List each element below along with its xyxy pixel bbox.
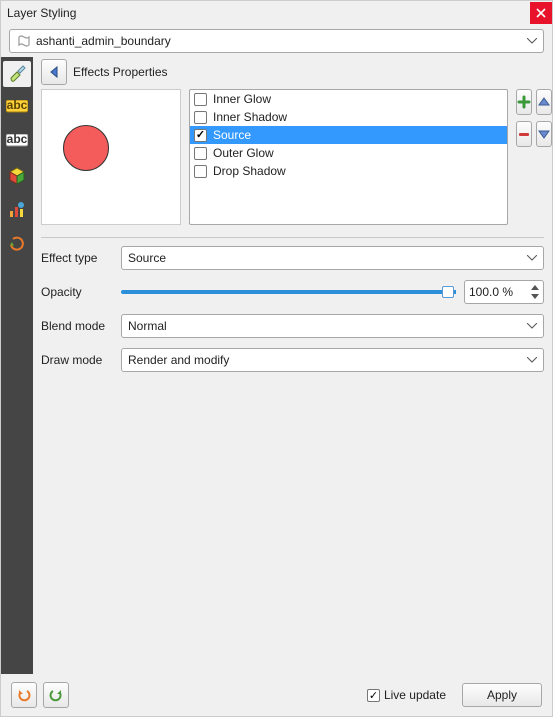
effect-type-label: Effect type (41, 251, 113, 265)
effect-type-select[interactable]: Source (121, 246, 544, 270)
slider-track (121, 290, 456, 294)
add-effect-button[interactable] (516, 89, 532, 115)
history-icon (8, 235, 26, 253)
section-title: Effects Properties (73, 65, 168, 79)
dropdown-caret-icon (527, 38, 537, 44)
close-icon (536, 8, 546, 18)
dropdown-caret-icon (527, 357, 537, 363)
down-icon (537, 127, 551, 141)
redo-icon (48, 687, 64, 703)
draw-mode-select[interactable]: Render and modify (121, 348, 544, 372)
layer-selector-bar: ashanti_admin_boundary (1, 25, 552, 57)
up-icon (537, 95, 551, 109)
remove-effect-button[interactable] (516, 121, 532, 147)
effect-label: Inner Glow (213, 92, 271, 106)
checkbox[interactable] (194, 147, 207, 160)
close-button[interactable] (530, 2, 552, 24)
divider (41, 237, 544, 238)
layer-selector[interactable]: ashanti_admin_boundary (9, 29, 544, 53)
spinbox-arrows[interactable] (531, 283, 539, 301)
plus-icon (517, 95, 531, 109)
tab-diagrams[interactable] (3, 197, 31, 223)
panel-title: Layer Styling (7, 6, 76, 20)
live-update-label: Live update (384, 688, 446, 702)
tab-3d-view[interactable] (3, 163, 31, 189)
effect-row-drop-shadow[interactable]: Drop Shadow (190, 162, 507, 180)
blend-mode-label: Blend mode (41, 319, 113, 333)
brush-icon (7, 64, 27, 84)
layer-name: ashanti_admin_boundary (36, 34, 171, 48)
checkbox[interactable] (194, 93, 207, 106)
slider-thumb[interactable] (442, 286, 454, 298)
svg-text:abc: abc (7, 134, 28, 146)
undo-icon (16, 687, 32, 703)
checkbox[interactable] (194, 129, 207, 142)
preview-symbol (63, 125, 109, 171)
redo-button[interactable] (43, 682, 69, 708)
minus-icon (517, 127, 531, 141)
layer-icon (16, 34, 32, 48)
opacity-slider[interactable] (121, 282, 456, 302)
live-update-checkbox[interactable]: Live update (367, 688, 446, 702)
cube-icon (7, 166, 27, 186)
footer: Live update Apply (1, 674, 552, 716)
effect-row-inner-shadow[interactable]: Inner Shadow (190, 108, 507, 126)
effect-label: Source (213, 128, 251, 142)
effect-preview (41, 89, 181, 225)
blend-mode-value: Normal (128, 319, 167, 333)
checkbox[interactable] (194, 165, 207, 178)
effect-row-outer-glow[interactable]: Outer Glow (190, 144, 507, 162)
effect-label: Inner Shadow (213, 110, 287, 124)
effect-row-inner-glow[interactable]: Inner Glow (190, 90, 507, 108)
draw-mode-label: Draw mode (41, 353, 113, 367)
abc-yellow-icon: abc (6, 100, 28, 116)
svg-text:abc: abc (7, 100, 28, 112)
effect-row-source[interactable]: Source (190, 126, 507, 144)
tab-symbology[interactable] (3, 61, 31, 87)
dropdown-caret-icon (527, 255, 537, 261)
opacity-label: Opacity (41, 285, 113, 299)
opacity-spinbox[interactable]: 100.0 % (464, 280, 544, 304)
spin-down-icon (531, 294, 539, 299)
back-arrow-icon (47, 65, 61, 79)
tab-history[interactable] (3, 231, 31, 257)
undo-button[interactable] (11, 682, 37, 708)
move-up-button[interactable] (536, 89, 552, 115)
opacity-value: 100.0 % (469, 285, 513, 299)
tab-labels-abc-white[interactable]: abc (3, 129, 31, 155)
tab-labels-abc-yellow[interactable]: abc (3, 95, 31, 121)
style-tabs-sidebar: abc abc (1, 57, 33, 674)
checkbox[interactable] (194, 111, 207, 124)
back-button[interactable] (41, 59, 67, 85)
chart-icon (7, 200, 27, 220)
effect-list-buttons (516, 89, 544, 225)
effect-label: Drop Shadow (213, 164, 286, 178)
spin-up-icon (531, 285, 539, 290)
dropdown-caret-icon (527, 323, 537, 329)
checkbox-checked-icon (367, 689, 380, 702)
apply-button[interactable]: Apply (462, 683, 542, 707)
abc-white-icon: abc (6, 134, 28, 150)
move-down-button[interactable] (536, 121, 552, 147)
effect-type-value: Source (128, 251, 166, 265)
blend-mode-select[interactable]: Normal (121, 314, 544, 338)
effect-label: Outer Glow (213, 146, 274, 160)
titlebar: Layer Styling (1, 1, 552, 25)
draw-mode-value: Render and modify (128, 353, 229, 367)
effects-list[interactable]: Inner Glow Inner Shadow Source Outer Glo… (189, 89, 508, 225)
